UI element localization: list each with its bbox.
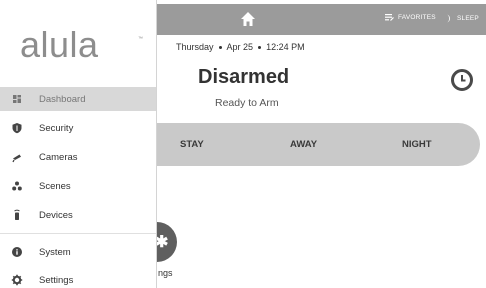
day-text: Thursday: [176, 42, 214, 52]
sidebar-item-security[interactable]: Security: [0, 116, 156, 140]
gear-icon: [11, 274, 23, 286]
arm-status-subtitle: Ready to Arm: [215, 97, 279, 109]
moon-icon: [447, 14, 450, 23]
navigation-drawer: alula ™ Dashboard Security Cameras Scene: [0, 0, 157, 288]
sidebar-item-label: Devices: [39, 209, 73, 221]
sidebar-item-scenes[interactable]: Scenes: [0, 174, 156, 198]
home-icon[interactable]: [239, 10, 257, 28]
sidebar-item-label: System: [39, 246, 71, 258]
sleep-button[interactable]: SLEEP: [446, 14, 479, 23]
device-icon: [14, 209, 20, 220]
arm-stay-button[interactable]: STAY: [180, 139, 204, 150]
top-bar: FAVORITES SLEEP: [156, 4, 486, 35]
trademark-mark: ™: [138, 36, 143, 42]
gear-icon: ✱: [155, 234, 169, 251]
alula-logo: alula: [20, 24, 99, 65]
sidebar-item-cameras[interactable]: Cameras: [0, 145, 156, 169]
shield-icon: [12, 123, 22, 134]
camera-icon: [12, 154, 21, 163]
favorites-list-icon: [385, 14, 394, 21]
arm-status-title: Disarmed: [198, 66, 290, 88]
time-text: 12:24 PM: [266, 42, 305, 52]
dashboard-icon: [13, 95, 21, 103]
date-text: Apr 25: [226, 42, 254, 52]
arm-away-button[interactable]: AWAY: [290, 139, 317, 150]
sidebar-item-devices[interactable]: Devices: [0, 203, 156, 227]
sidebar-item-system[interactable]: System: [0, 240, 156, 264]
arm-night-button[interactable]: NIGHT: [402, 139, 432, 150]
sleep-label: SLEEP: [457, 15, 479, 22]
favorites-button[interactable]: FAVORITES: [385, 14, 436, 21]
scenes-icon: [12, 181, 22, 191]
arm-mode-bar: STAY AWAY NIGHT: [156, 123, 480, 166]
favorites-label: FAVORITES: [398, 14, 436, 21]
separator-dot: [218, 45, 222, 49]
sidebar-item-label: Settings: [39, 274, 74, 286]
shortcut-label: ngs: [158, 268, 173, 278]
sidebar-item-label: Cameras: [39, 151, 78, 163]
sidebar-item-dashboard[interactable]: Dashboard: [0, 87, 156, 111]
separator-dot: [258, 45, 262, 49]
sidebar-item-label: Scenes: [39, 180, 71, 192]
date-time: Thursday Apr 25 12:24 PM: [176, 42, 305, 52]
clock-icon[interactable]: [450, 68, 474, 92]
drawer-divider: [0, 233, 156, 234]
sidebar-item-settings[interactable]: Settings: [0, 268, 156, 288]
info-icon: [12, 247, 22, 257]
sidebar-item-label: Dashboard: [39, 93, 86, 105]
sidebar-item-label: Security: [39, 122, 74, 134]
